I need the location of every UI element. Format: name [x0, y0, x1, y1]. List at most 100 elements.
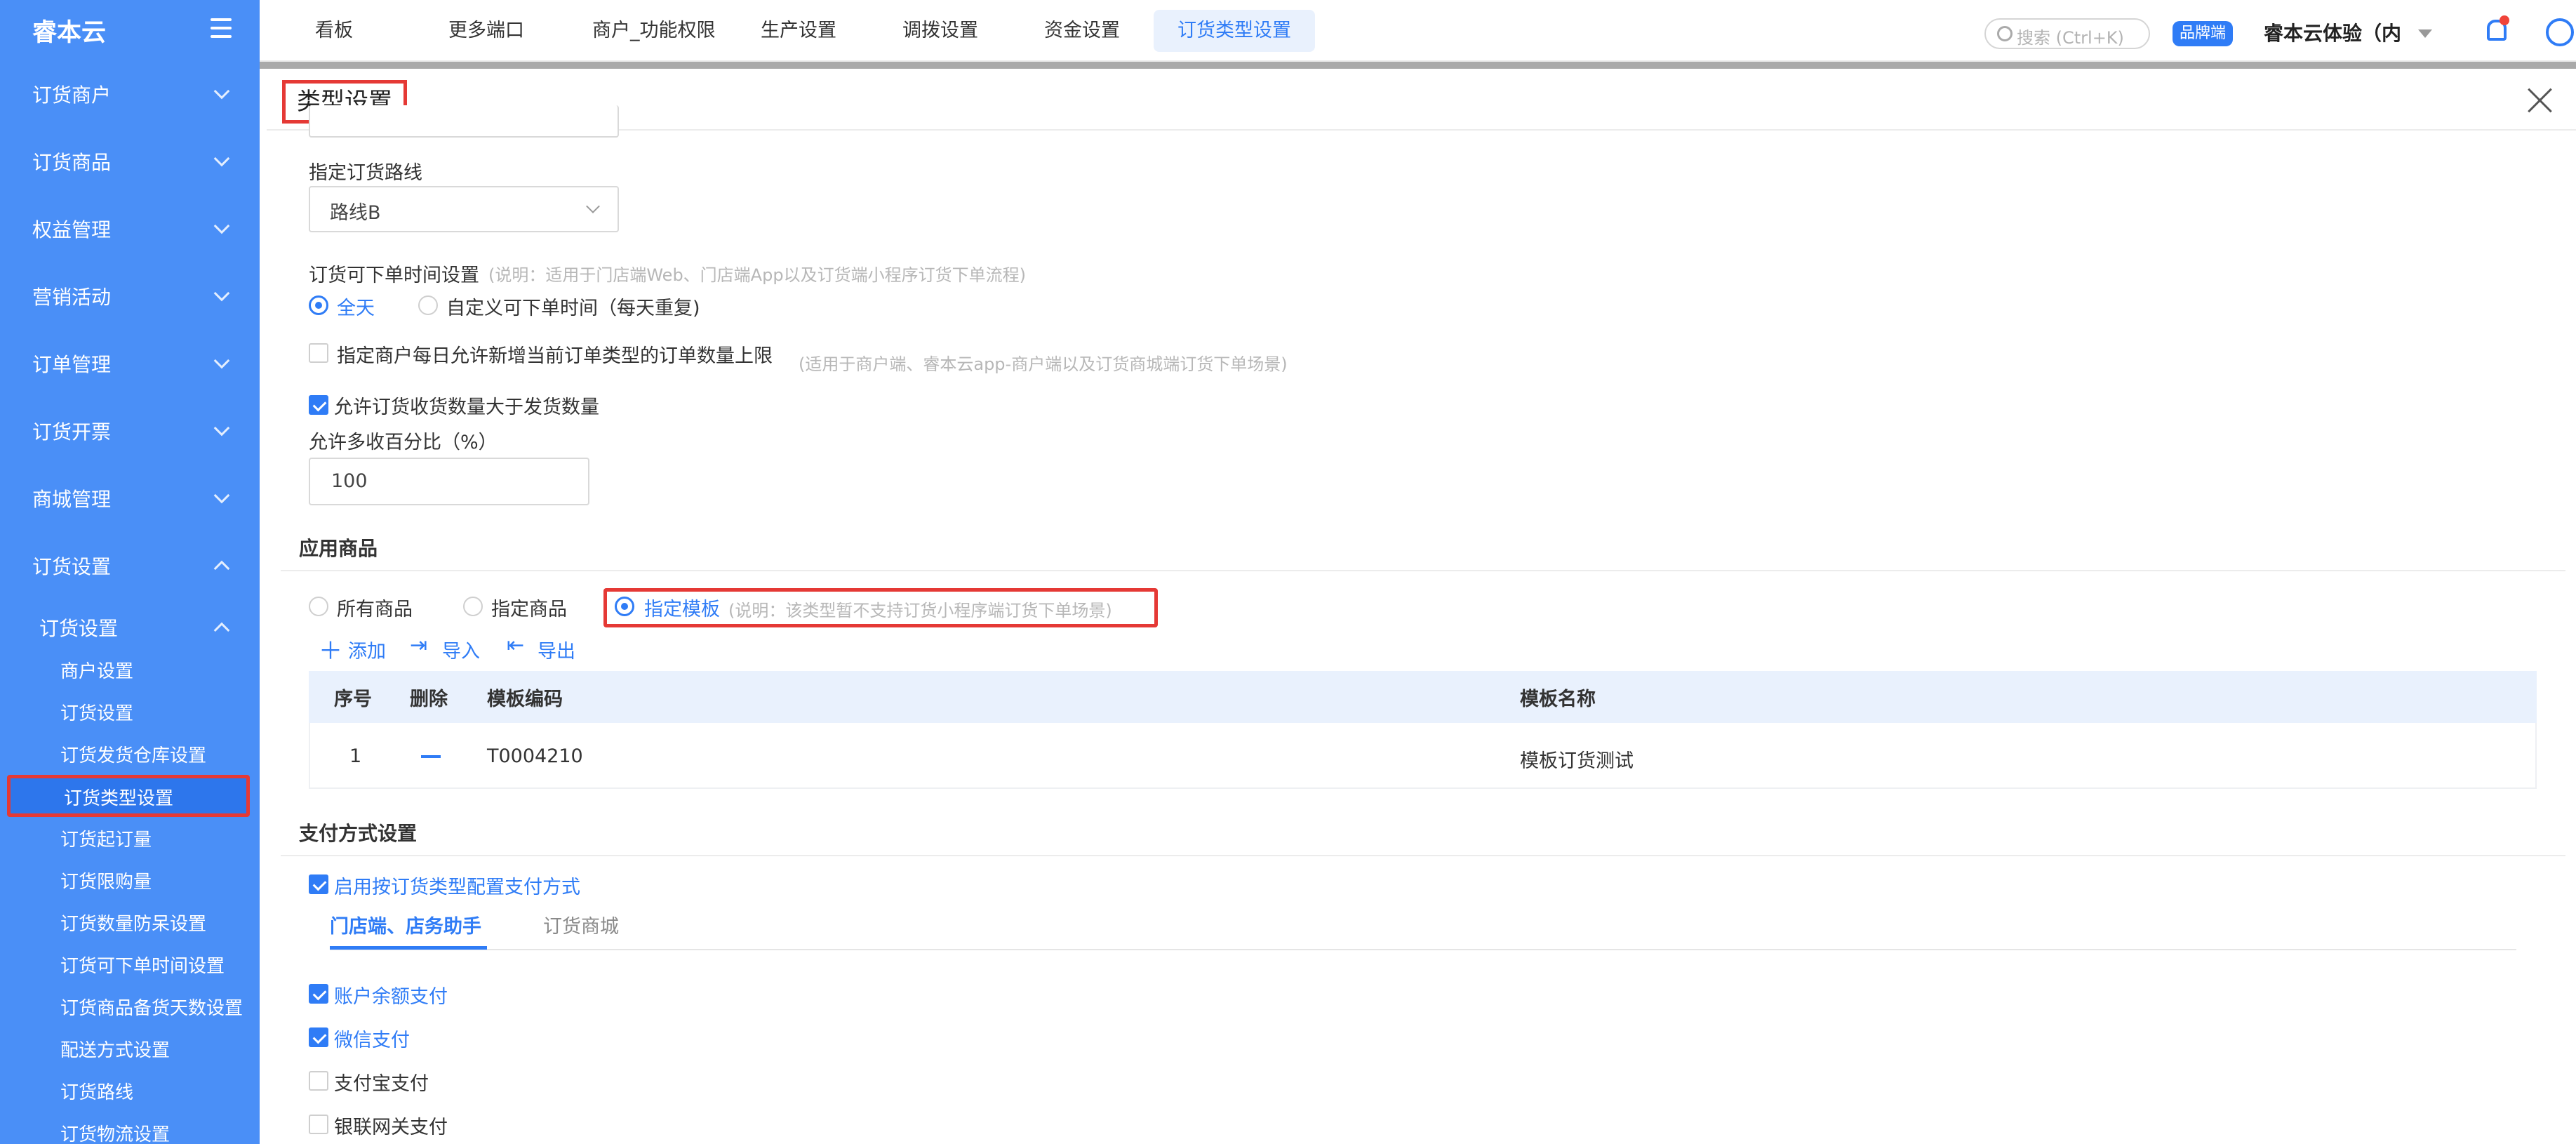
add-button[interactable]: 添加 — [348, 636, 386, 663]
import-icon[interactable]: ⇥ — [410, 633, 427, 658]
radio-all-day[interactable] — [309, 295, 328, 315]
notification-dot — [2500, 15, 2509, 25]
radio-custom-time[interactable] — [418, 295, 438, 315]
chevron-down-icon — [213, 487, 230, 504]
sidebar-header: 睿本云 — [0, 0, 260, 60]
delete-row-icon[interactable] — [421, 755, 441, 758]
over-percent-value: 100 — [331, 470, 368, 492]
sidebar-group-shangcheng[interactable]: 商城管理 — [0, 473, 260, 522]
alipay-label: 支付宝支付 — [334, 1073, 429, 1095]
app-root: 睿本云 订货商户 订货商品 权益管理 营销活动 订单管理 订货开票 商城管理 订… — [0, 0, 2576, 1144]
tab-order-mall[interactable]: 订货商城 — [543, 911, 619, 938]
sidebar-item-wuliu-shezhi[interactable]: 订货物流设置 — [0, 1112, 260, 1144]
daily-limit-label: 指定商户每日允许新增当前订单类型的订单数量上限 — [337, 345, 773, 367]
section-title-payment: 支付方式设置 — [299, 822, 418, 845]
chevron-down-icon — [213, 420, 230, 437]
tab-more-ports[interactable]: 更多端口 — [425, 10, 548, 52]
unionpay-label: 银联网关支付 — [334, 1117, 448, 1138]
export-icon[interactable]: ⇤ — [507, 633, 524, 658]
sidebar-item-label: 订货发货仓库设置 — [60, 745, 207, 766]
checkbox-daily-limit[interactable] — [309, 343, 328, 363]
sidebar-item-label: 订货限购量 — [60, 872, 152, 893]
checkbox-over-receive[interactable] — [309, 395, 328, 415]
sidebar-group-label: 订货商品 — [32, 151, 112, 174]
sidebar-group-dinghuo-shanghu[interactable]: 订货商户 — [0, 69, 260, 118]
route-select[interactable]: 路线B — [309, 186, 619, 232]
sidebar-item-label: 商户设置 — [60, 661, 134, 682]
route-select-value: 路线B — [330, 202, 381, 224]
tab-merchant-permissions[interactable]: 商户_功能权限 — [568, 10, 740, 52]
daily-limit-note: (适用于商户端、睿本云app-商户端以及订货商城端订货下单场景) — [799, 354, 1288, 374]
robot-assistant-icon[interactable] — [2546, 18, 2574, 46]
sidebar-group-label: 订货设置 — [32, 555, 112, 578]
sidebar-group-kaipiao[interactable]: 订货开票 — [0, 406, 260, 455]
tab-kanban[interactable]: 看板 — [291, 10, 377, 52]
checkbox-wechat-pay[interactable] — [309, 1027, 328, 1047]
row-no: 1 — [349, 745, 362, 767]
brand-badge: 品牌端 — [2173, 21, 2234, 46]
sidebar-group-label: 订货开票 — [32, 420, 112, 444]
table-header — [309, 671, 2537, 723]
search-input[interactable]: 搜索 (Ctrl+K) — [1984, 18, 2150, 49]
radio-all-goods-label: 所有商品 — [337, 599, 413, 620]
chevron-up-icon — [213, 622, 230, 639]
app-logo: 睿本云 — [32, 19, 107, 47]
checkbox-enable-payment[interactable] — [309, 874, 328, 894]
active-tab-indicator — [330, 946, 487, 950]
chevron-down-icon — [213, 352, 230, 369]
route-label: 指定订货路线 — [309, 162, 422, 184]
sidebar-item-label: 订货可下单时间设置 — [60, 956, 225, 977]
sidebar-item-fangdai[interactable]: 订货数量防呆设置 — [0, 901, 260, 943]
checkbox-unionpay[interactable] — [309, 1115, 328, 1134]
sidebar-item-dinghuo-shezhi[interactable]: 订货设置 — [0, 691, 260, 733]
chevron-up-icon — [213, 560, 230, 577]
tab-transfer-settings[interactable]: 调拨设置 — [879, 10, 1002, 52]
close-icon[interactable] — [2526, 86, 2554, 114]
sidebar-item-qidingliang[interactable]: 订货起订量 — [0, 817, 260, 859]
sidebar-group-label: 商城管理 — [32, 488, 112, 511]
balance-pay-label: 账户余额支付 — [334, 986, 448, 1008]
tab-fund-settings[interactable]: 资金设置 — [1020, 10, 1144, 52]
sidebar-item-beihuo-tianshu[interactable]: 订货商品备货天数设置 — [0, 985, 260, 1027]
user-name[interactable]: 睿本云体验（内 — [2264, 18, 2401, 46]
sidebar-item-dinghuo-luxian[interactable]: 订货路线 — [0, 1070, 260, 1112]
wechat-pay-label: 微信支付 — [334, 1030, 410, 1051]
checkbox-alipay[interactable] — [309, 1071, 328, 1091]
enable-payment-label: 启用按订货类型配置支付方式 — [334, 877, 580, 898]
tab-store-assistant[interactable]: 门店端、店务助手 — [330, 911, 481, 938]
radio-specific-goods[interactable] — [463, 597, 483, 616]
checkbox-balance-pay[interactable] — [309, 984, 328, 1004]
sidebar-item-dinghuo-leixing[interactable]: 订货类型设置 — [7, 775, 250, 817]
sidebar-item-peisong-fangshi[interactable]: 配送方式设置 — [0, 1027, 260, 1070]
sidebar-item-shanghu-shezhi[interactable]: 商户设置 — [0, 649, 260, 691]
col-header-no: 序号 — [334, 689, 372, 710]
radio-all-goods[interactable] — [309, 597, 328, 616]
menu-toggle-icon[interactable] — [211, 18, 232, 39]
section-title-goods: 应用商品 — [299, 537, 378, 560]
sidebar-group-dinghuo-shezhi[interactable]: 订货设置 — [0, 540, 260, 590]
caret-down-icon[interactable] — [2418, 29, 2432, 38]
sidebar-item-xiadan-shijian[interactable]: 订货可下单时间设置 — [0, 943, 260, 985]
import-button[interactable]: 导入 — [442, 636, 480, 663]
radio-template-label: 指定模板 — [644, 599, 720, 620]
sidebar-item-label: 订货商品备货天数设置 — [60, 998, 243, 1019]
sidebar-group-dingdan[interactable]: 订单管理 — [0, 338, 260, 387]
time-setting-label: 订货可下单时间设置 — [309, 265, 479, 286]
tab-order-type-settings[interactable]: 订货类型设置 — [1154, 10, 1315, 52]
sidebar-item-fahuo-cangku[interactable]: 订货发货仓库设置 — [0, 733, 260, 775]
sidebar-subgroup-dinghuo-shezhi[interactable]: 订货设置 — [0, 602, 260, 651]
add-icon[interactable]: ＋ — [319, 632, 342, 666]
sidebar-group-dinghuo-shangpin[interactable]: 订货商品 — [0, 136, 260, 185]
sidebar-item-xiangouliang[interactable]: 订货限购量 — [0, 859, 260, 901]
radio-template[interactable] — [615, 597, 634, 616]
tab-production-settings[interactable]: 生产设置 — [737, 10, 860, 52]
sidebar-subgroup-label: 订货设置 — [39, 617, 119, 640]
sidebar-group-yingxiao[interactable]: 营销活动 — [0, 271, 260, 320]
sidebar-group-label: 订单管理 — [32, 353, 112, 376]
sidebar-group-quanyi[interactable]: 权益管理 — [0, 204, 260, 253]
sidebar-item-label: 订货类型设置 — [64, 788, 174, 809]
over-percent-label: 允许多收百分比（%） — [309, 432, 498, 453]
export-button[interactable]: 导出 — [538, 636, 575, 663]
over-percent-input[interactable]: 100 — [309, 458, 589, 505]
tabs-baseline — [330, 949, 2516, 950]
